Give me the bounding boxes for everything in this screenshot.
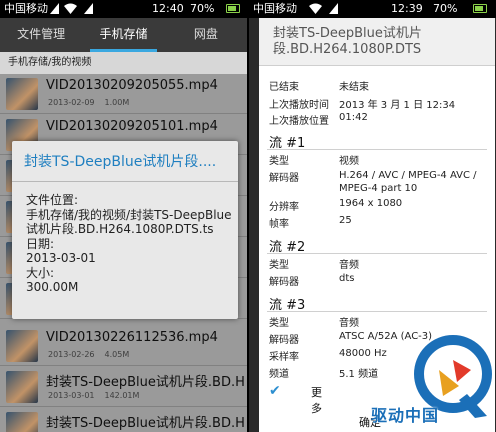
size-label: 大小: — [26, 265, 55, 280]
battery-icon — [226, 4, 240, 13]
panel-header: 封装TS-DeepBlue试机片段.BD.H264.1080P.DTS — [259, 18, 495, 66]
breadcrumb: 手机存储/我的视频 — [0, 52, 247, 74]
clock: 12:40 — [152, 2, 184, 15]
location-label: 文件位置: — [26, 193, 79, 207]
signal-icon — [329, 3, 338, 14]
date-label: 日期: — [26, 236, 55, 251]
battery-percent: 70% — [433, 2, 458, 15]
right-screen: 中国移动 12:39 70% 封装TS-DeepBlue试机片段.BD.H264… — [249, 0, 496, 432]
status-bar: 中国移动 12:39 70% — [249, 0, 496, 18]
watermark-text: 驱动中国 — [371, 406, 440, 425]
tab-cloud-disk[interactable]: 网盘 — [165, 18, 247, 52]
carrier-label: 中国移动 — [253, 2, 297, 15]
tab-bar: 文件管理 手机存储 网盘 — [0, 18, 247, 52]
panel-title: 封装TS-DeepBlue试机片段.BD.H264.1080P.DTS — [273, 26, 422, 57]
wifi-icon — [64, 3, 77, 14]
battery-percent: 70% — [190, 2, 215, 15]
tab-phone-storage[interactable]: 手机存储 — [82, 18, 164, 52]
signal-icon — [50, 3, 59, 14]
dialog-title: 封装TS-DeepBlue试机片段.... — [24, 154, 217, 170]
wifi-icon — [309, 3, 322, 14]
more-label: 更多 — [311, 386, 322, 415]
clock: 12:39 — [391, 2, 423, 15]
section-divider — [267, 149, 487, 150]
file-info-dialog: 封装TS-DeepBlue试机片段.... 文件位置: 手机存储/我的视频/封装… — [12, 141, 238, 319]
left-screen: 中国移动 12:40 70% 文件管理 手机存储 网盘 手机存储/我的视频 VI… — [0, 0, 247, 432]
size-value: 300.00M — [26, 280, 79, 294]
location-value: 手机存储/我的视频/封装TS-DeepBlue试机片段.BD.H264.1080… — [26, 207, 232, 237]
section-divider — [267, 253, 487, 254]
carrier-label: 中国移动 — [4, 2, 48, 15]
dialog-divider — [12, 181, 238, 182]
checkmark-icon: ✔ — [269, 383, 281, 399]
signal-icon — [84, 3, 93, 14]
date-value: 2013-03-01 — [26, 251, 96, 265]
battery-icon — [473, 4, 487, 13]
tab-file-manager[interactable]: 文件管理 — [0, 18, 82, 52]
dialog-body: 文件位置: 手机存储/我的视频/封装TS-DeepBlue试机片段.BD.H26… — [26, 193, 232, 295]
section-divider — [267, 311, 487, 312]
status-bar: 中国移动 12:40 70% — [0, 0, 247, 18]
